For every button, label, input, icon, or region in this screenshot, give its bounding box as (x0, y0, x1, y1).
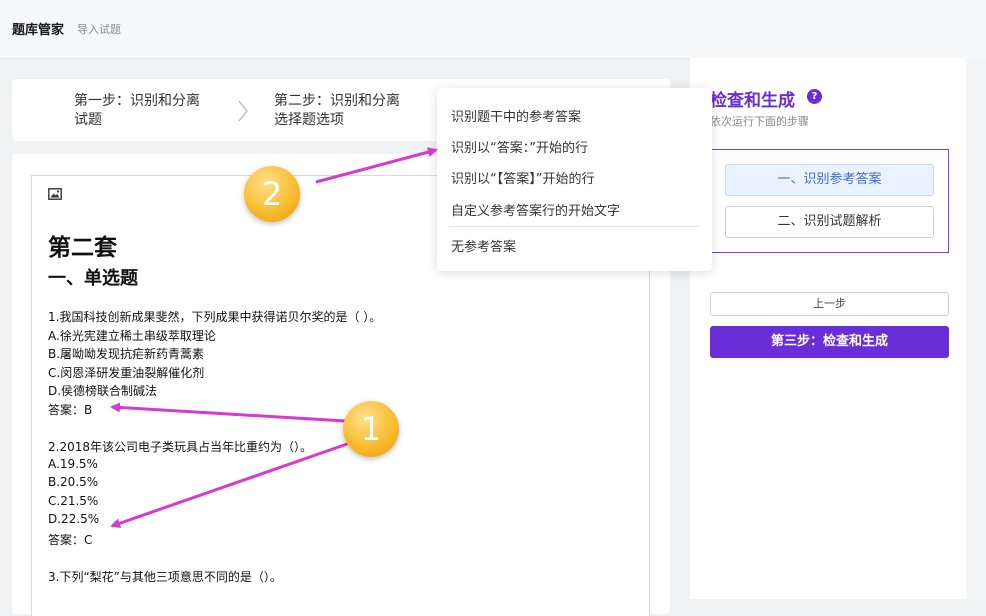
annotation-badge-1: 1 (343, 401, 399, 457)
step-2[interactable]: 第二步：识别和分离 选择题选项 (274, 92, 400, 130)
dropdown-item-answer-bracket[interactable]: 识别以“【答案】”开始的行 (451, 168, 594, 187)
next-step-button[interactable]: 第三步：检查和生成 (710, 326, 949, 358)
step-1-line-2: 试题 (74, 112, 102, 128)
step-2-line-2: 选择题选项 (274, 112, 344, 128)
question-2-option-d: D.22.5% (48, 512, 100, 526)
answer-mode-dropdown: 识别题干中的参考答案 识别以“答案：”开始的行 识别以“【答案】”开始的行 自定… (437, 88, 712, 271)
document-heading-1: 第二套 (48, 235, 117, 261)
question-2-answer: 答案：C (48, 533, 93, 547)
question-1-option-c: C.闵恩泽研发重油裂解催化剂 (48, 366, 205, 380)
dropdown-item-custom-prefix[interactable]: 自定义参考答案行的开始文字 (451, 200, 620, 219)
dropdown-divider (449, 226, 700, 227)
step-2-line-1: 第二步：识别和分离 (274, 93, 400, 109)
question-3-stem: 3.下列“梨花”与其他三项意思不同的是（）。 (48, 570, 282, 584)
question-1-answer: 答案：B (48, 403, 93, 417)
right-panel: 检查和生成 ? 依次运行下面的步骤 一、识别参考答案 二、识别试题解析 上一步 … (690, 58, 966, 599)
question-2-option-b: B.20.5% (48, 475, 99, 489)
image-icon[interactable] (48, 188, 62, 200)
question-1-stem: 1.我国科技创新成果斐然，下列成果中获得诺贝尔奖的是（ ）。 (48, 310, 382, 324)
question-1-option-b: B.屠呦呦发现抗疟新药青蒿素 (48, 347, 205, 361)
dropdown-item-answer-colon[interactable]: 识别以“答案：”开始的行 (451, 137, 588, 156)
question-2-option-a: A.19.5% (48, 457, 98, 471)
right-edge (966, 58, 986, 599)
previous-step-button[interactable]: 上一步 (710, 292, 949, 316)
chevron-right-icon (238, 100, 248, 122)
question-1-option-d: D.侯德榜联合制碱法 (48, 384, 158, 398)
question-2-option-c: C.21.5% (48, 494, 99, 508)
panel-title: 检查和生成 (710, 91, 795, 111)
steps-box: 一、识别参考答案 二、识别试题解析 (710, 149, 949, 253)
dropdown-item-inline-answer[interactable]: 识别题干中的参考答案 (451, 106, 581, 125)
document-heading-2: 一、单选题 (48, 268, 138, 289)
dropdown-item-no-answer[interactable]: 无参考答案 (451, 236, 516, 255)
question-1-option-a: A.徐光宪建立稀土串级萃取理论 (48, 329, 216, 343)
identify-answer-button[interactable]: 一、识别参考答案 (725, 164, 934, 196)
help-icon[interactable]: ? (807, 89, 822, 104)
identify-analysis-button[interactable]: 二、识别试题解析 (725, 206, 934, 238)
top-bar: 题库管家 导入试题 (0, 0, 986, 59)
step-1[interactable]: 第一步：识别和分离 试题 (74, 92, 200, 130)
page-breadcrumb[interactable]: 导入试题 (77, 21, 121, 37)
annotation-badge-2: 2 (244, 166, 300, 222)
panel-subtitle: 依次运行下面的步骤 (710, 115, 809, 128)
step-1-line-1: 第一步：识别和分离 (74, 93, 200, 109)
question-2-stem: 2.2018年该公司电子类玩具占当年比重约为（）。 (48, 440, 312, 454)
app-title: 题库管家 (12, 23, 65, 38)
